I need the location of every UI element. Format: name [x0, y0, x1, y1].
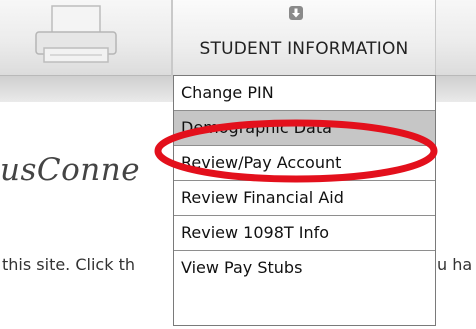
menu-item-review-pay-account[interactable]: Review/Pay Account	[174, 146, 435, 181]
menu-item-change-pin[interactable]: Change PIN	[174, 76, 435, 111]
nav-tab-next[interactable]	[436, 0, 476, 76]
menu-item-review-financial-aid[interactable]: Review Financial Aid	[174, 181, 435, 216]
nav-tab-label: STUDENT INFORMATION	[199, 39, 409, 59]
down-arrow-icon	[289, 6, 303, 20]
nav-tab-print[interactable]	[0, 0, 172, 76]
printer-icon	[35, 5, 117, 63]
nav-tab-student-information[interactable]	[172, 0, 436, 76]
welcome-text: this site. Click th	[2, 255, 135, 274]
menu-item-demographic-data[interactable]: Demographic Data	[174, 111, 435, 146]
menu-item-view-pay-stubs[interactable]: View Pay Stubs	[174, 251, 435, 286]
student-information-dropdown: Change PIN Demographic Data Review/Pay A…	[173, 75, 436, 326]
menu-item-review-1098t-info[interactable]: Review 1098T Info	[174, 216, 435, 251]
welcome-text-continued: u ha	[437, 255, 473, 274]
top-nav-bar: STUDENT INFORMATION	[0, 0, 476, 76]
site-brand-text: usConne	[0, 152, 141, 188]
